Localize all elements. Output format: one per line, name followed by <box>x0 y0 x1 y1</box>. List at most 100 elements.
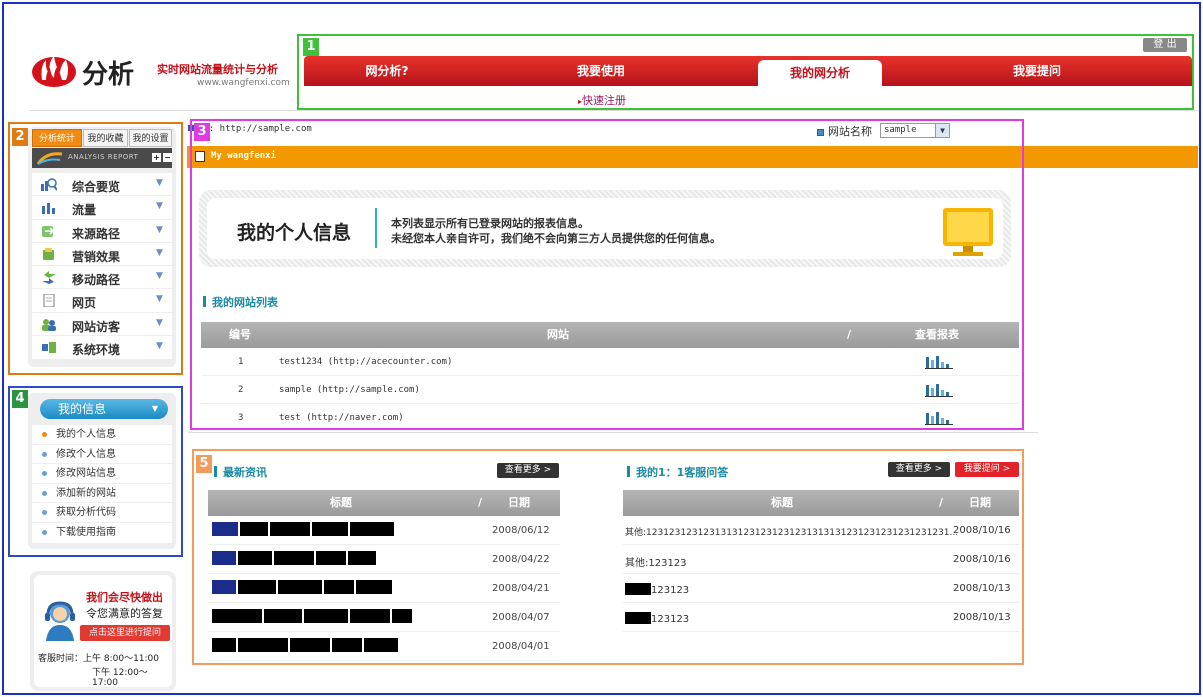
report-chart-icon[interactable] <box>925 383 953 397</box>
item-label: 获取分析代码 <box>56 507 116 519</box>
table-row[interactable]: 其他:1231231231231313123123123123131313123… <box>623 516 1019 545</box>
flame-logo-icon <box>32 56 76 87</box>
bullet-icon <box>42 451 47 457</box>
faq-question: 其他:123123 <box>625 558 687 569</box>
bullet-icon <box>42 432 47 437</box>
table-row[interactable]: 2008/04/07 <box>208 603 560 632</box>
news-date: 2008/06/12 <box>492 525 550 536</box>
menu-visitors[interactable]: 网站访客 ▼ <box>32 313 172 337</box>
header-divider <box>30 110 1198 111</box>
expand-icon[interactable]: + <box>152 153 161 162</box>
row-site: sample (http://sample.com) <box>279 385 420 395</box>
faq-title: 我的1：1客服问答 <box>627 464 728 480</box>
square-bullet-icon <box>188 125 194 131</box>
bullet-icon <box>42 490 47 496</box>
my-info-item-edit-profile[interactable]: 修改个人信息 <box>32 445 172 465</box>
col-date: 日期 <box>508 496 530 509</box>
my-info-item-profile[interactable]: 我的个人信息 <box>32 425 172 445</box>
table-row[interactable]: 2008/04/01 <box>208 632 560 661</box>
my-info-header[interactable]: 我的信息 ▼ <box>40 399 168 419</box>
site-url-text: L : http://sample.com <box>198 124 312 134</box>
site-logo[interactable]: 分析 实时网站流量统计与分析 www.wangfenxi.com <box>30 48 290 98</box>
logout-button[interactable]: 登 出 <box>1143 38 1187 52</box>
menu-traffic[interactable]: 流量 ▼ <box>32 196 172 220</box>
menu-overview[interactable]: 综合要览 ▼ <box>32 173 172 197</box>
news-more-button[interactable]: 查看更多 > <box>497 463 559 478</box>
monitor-icon <box>943 208 993 256</box>
site-name-label: 网站名称 <box>817 123 872 139</box>
my-info-list: 我的个人信息 修改个人信息 修改网站信息 添加新的网站 获取分析代码 下载使用指… <box>32 425 172 543</box>
quick-register-link[interactable]: ▸快速注册 <box>578 92 626 108</box>
menu-label: 网页 <box>72 296 97 311</box>
site-select-value: sample <box>884 125 917 135</box>
menu-system[interactable]: 系统环境 ▼ <box>32 336 172 359</box>
support-hours-am: 客服时间：上午 8:00～11:00 <box>38 654 160 664</box>
my-info-item-get-code[interactable]: 获取分析代码 <box>32 503 172 523</box>
table-row[interactable]: 2008/06/12 <box>208 516 560 545</box>
section-divider <box>188 432 1038 433</box>
my-info-item-add-site[interactable]: 添加新的网站 <box>32 484 172 504</box>
row-site: test (http://naver.com) <box>279 413 404 423</box>
menu-label: 营销效果 <box>72 249 121 264</box>
menu-navigation-path[interactable]: 移动路径 ▼ <box>32 266 172 290</box>
banner-title: My wangfenxi <box>211 151 277 161</box>
my-info-panel: 我的信息 ▼ 我的个人信息 修改个人信息 修改网站信息 添加新的网站 获取分析代… <box>28 393 176 549</box>
site-name-text: 网站名称 <box>828 125 872 138</box>
personal-info-desc-1: 本列表显示所有已登录网站的报表信息。 <box>391 217 589 230</box>
brand-url: www.wangfenxi.com <box>197 78 290 88</box>
chevron-down-icon: ▼ <box>156 201 163 212</box>
menu-label: 流量 <box>72 203 97 218</box>
menu-marketing[interactable]: 营销效果 ▼ <box>32 243 172 267</box>
faq-question-text: 123123 <box>651 585 690 596</box>
table-row[interactable]: 2008/04/21 <box>208 574 560 603</box>
site-select[interactable]: sample ▼ <box>880 123 950 138</box>
chevron-down-icon: ▼ <box>935 124 949 137</box>
collapse-icon[interactable]: − <box>163 153 172 162</box>
table-row[interactable]: 123123 2008/10/13 <box>623 603 1019 632</box>
bullet-icon <box>42 471 47 477</box>
nav-use[interactable]: 我要使用 <box>536 56 666 86</box>
faq-ask-button[interactable]: 我要提问 > <box>955 462 1019 477</box>
tab-settings[interactable]: 我的设置 <box>129 129 172 147</box>
menu-pages[interactable]: 网页 ▼ <box>32 289 172 313</box>
menu-label: 网站访客 <box>72 319 121 334</box>
item-label: 添加新的网站 <box>56 487 116 499</box>
menu-referrer[interactable]: 来源路径 ▼ <box>32 220 172 243</box>
report-chart-icon[interactable] <box>925 411 953 425</box>
main-nav: 网分析? 我要使用 我的网分析 我要提问 <box>304 56 1192 86</box>
redacted-title <box>212 522 396 536</box>
site-table-header: 编号 网站 / 查看报表 <box>201 322 1019 348</box>
notepad-icon <box>195 151 205 162</box>
my-info-item-edit-site[interactable]: 修改网站信息 <box>32 464 172 484</box>
nav-what-is[interactable]: 网分析? <box>322 56 452 86</box>
ask-question-button[interactable]: 点击这里进行提问 <box>80 625 170 641</box>
table-row[interactable]: 2008/04/22 <box>208 545 560 574</box>
my-info-title: 我的信息 <box>58 402 107 416</box>
news-date: 2008/04/21 <box>492 583 550 594</box>
page-icon <box>43 294 55 308</box>
chevron-down-icon: ▼ <box>156 271 163 282</box>
faq-question-text: 123123 <box>651 614 690 625</box>
section-bar-icon <box>203 296 206 307</box>
overview-icon <box>41 178 57 191</box>
tab-analysis[interactable]: 分析统计 <box>32 129 82 147</box>
col-title: 标题 <box>330 496 352 509</box>
my-info-item-download-guide[interactable]: 下载使用指南 <box>32 523 172 543</box>
table-row[interactable]: 其他:123123 2008/10/16 <box>623 545 1019 574</box>
report-chart-icon[interactable] <box>925 355 953 369</box>
row-no: 2 <box>238 385 244 395</box>
faq-date: 2008/10/16 <box>953 554 1011 565</box>
tab-favorites[interactable]: 我的收藏 <box>83 129 128 147</box>
faq-more-button[interactable]: 查看更多 > <box>888 462 950 477</box>
quick-register-label: 快速注册 <box>582 94 627 107</box>
nav-my-analysis[interactable]: 我的网分析 <box>758 60 882 86</box>
report-label: ANALYSIS REPORT <box>68 153 139 161</box>
faq-date: 2008/10/16 <box>953 525 1011 536</box>
news-title-text: 最新资讯 <box>223 466 267 479</box>
brand-tagline: 实时网站流量统计与分析 <box>157 63 278 76</box>
bullet-icon <box>42 510 47 516</box>
nav-ask[interactable]: 我要提问 <box>972 56 1102 86</box>
news-table-header: 标题 / 日期 <box>208 490 560 516</box>
site-list-title: 我的网站列表 <box>203 294 278 310</box>
table-row[interactable]: 123123 2008/10/13 <box>623 574 1019 603</box>
